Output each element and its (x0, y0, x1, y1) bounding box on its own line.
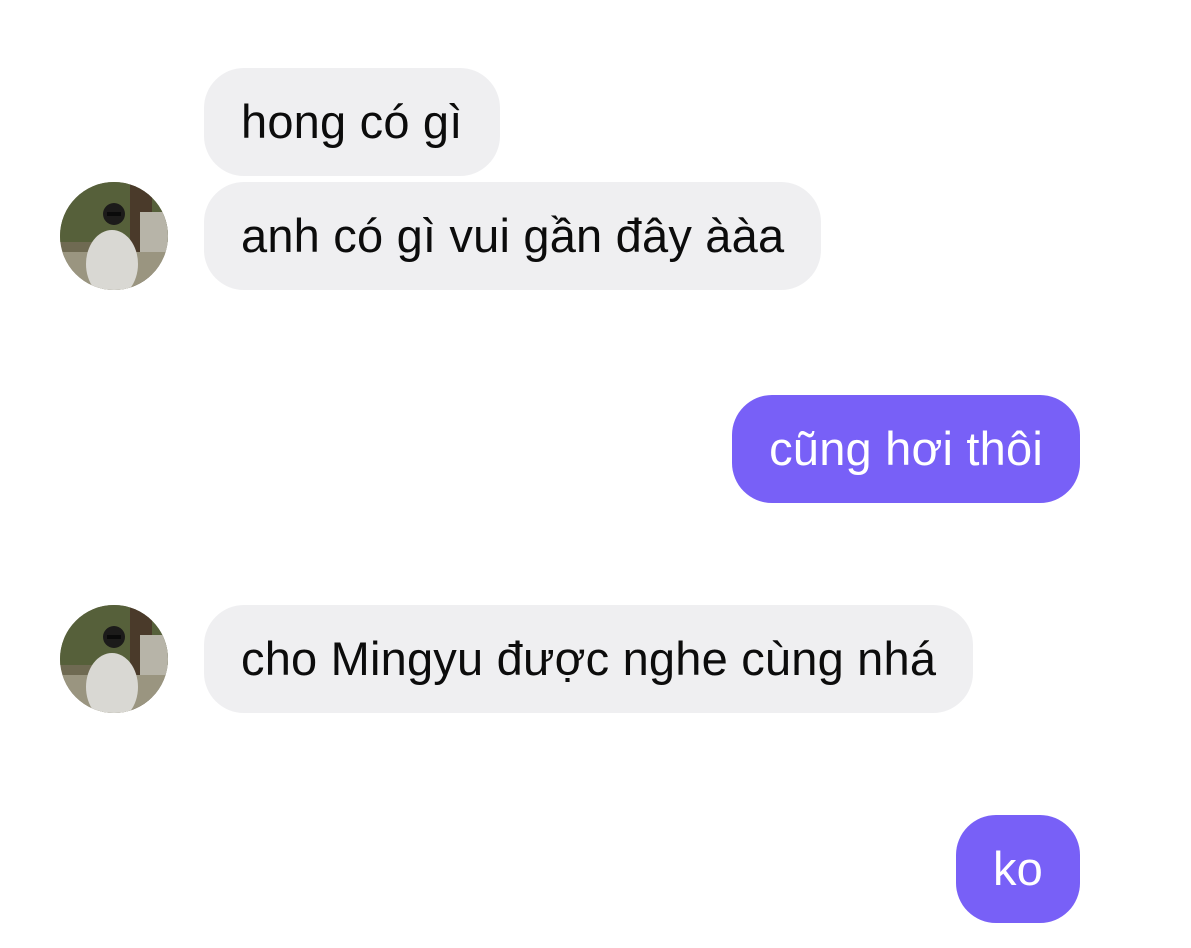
contact-avatar[interactable] (60, 182, 168, 290)
message-thread: hong có gì anh có gì vui gần đây ààa cũn… (0, 0, 1191, 948)
contact-avatar[interactable] (60, 605, 168, 713)
incoming-message-bubble[interactable]: hong có gì (204, 68, 500, 176)
avatar-photo-icon (60, 182, 168, 290)
avatar-photo-icon (60, 605, 168, 713)
incoming-message-bubble[interactable]: cho Mingyu được nghe cùng nhá (204, 605, 974, 713)
incoming-message-bubble[interactable]: anh có gì vui gần đây ààa (204, 182, 822, 290)
outgoing-message-bubble[interactable]: cũng hơi thôi (732, 395, 1080, 503)
outgoing-message-bubble[interactable]: ko (955, 815, 1080, 923)
